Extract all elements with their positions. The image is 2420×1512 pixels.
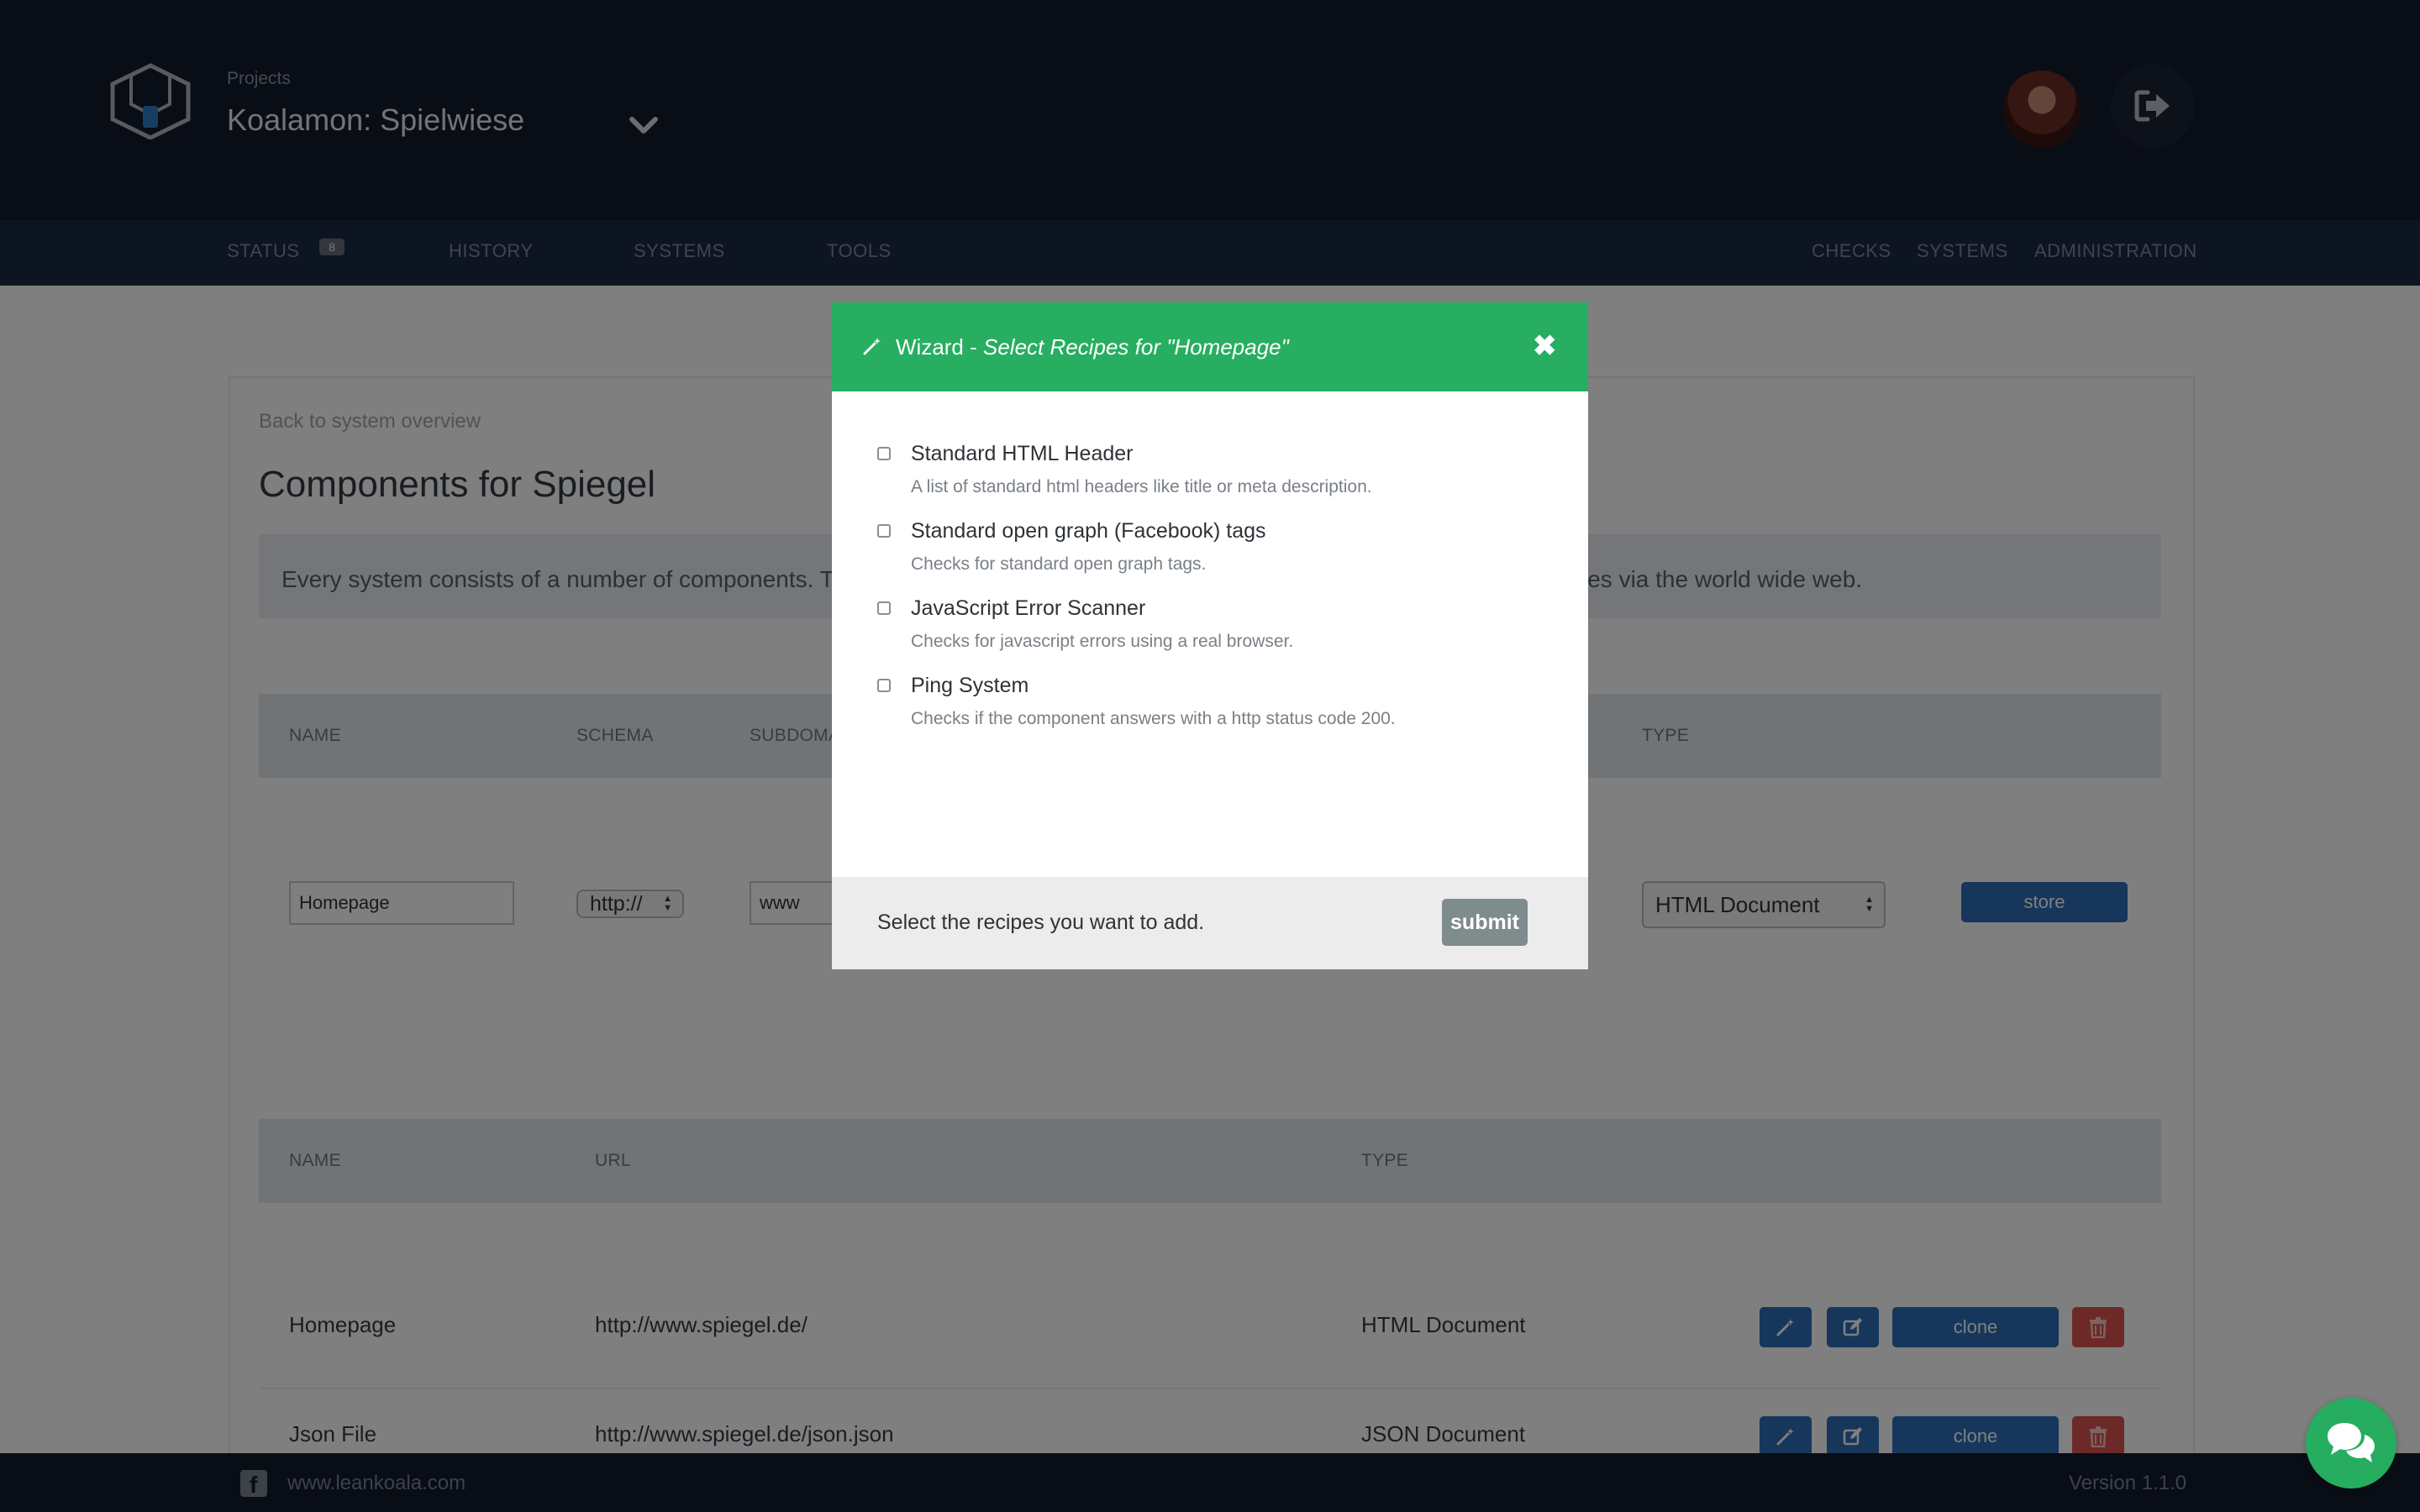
chat-icon <box>2328 1423 2375 1462</box>
recipe-description: Checks if the component answers with a h… <box>911 709 1396 728</box>
recipe-wizard-modal: Wizard - Select Recipes for "Homepage" ✖… <box>832 302 1588 969</box>
recipe-title[interactable]: Standard HTML Header <box>911 442 1133 466</box>
close-icon[interactable]: ✖ <box>1533 331 1557 361</box>
recipe-title[interactable]: Ping System <box>911 674 1028 698</box>
recipe-description: Checks for javascript errors using a rea… <box>911 632 1294 651</box>
submit-button[interactable]: submit <box>1442 899 1528 946</box>
modal-footer: Select the recipes you want to add. subm… <box>832 877 1588 969</box>
recipe-description: A list of standard html headers like tit… <box>911 477 1372 496</box>
magic-wand-icon <box>863 338 881 355</box>
recipe-description: Checks for standard open graph tags. <box>911 554 1207 574</box>
modal-title-sub: Select Recipes for "Homepage" <box>983 334 1289 360</box>
modal-title: Wizard - Select Recipes for "Homepage" <box>896 334 1289 360</box>
recipe-checkbox[interactable] <box>877 601 891 615</box>
recipe-title[interactable]: JavaScript Error Scanner <box>911 596 1145 621</box>
modal-hint: Select the recipes you want to add. <box>877 911 1205 934</box>
recipe-checkbox[interactable] <box>877 447 891 460</box>
modal-header: Wizard - Select Recipes for "Homepage" ✖ <box>832 302 1588 391</box>
recipe-title[interactable]: Standard open graph (Facebook) tags <box>911 519 1266 543</box>
modal-title-prefix: Wizard - <box>896 334 983 360</box>
recipe-checkbox[interactable] <box>877 679 891 692</box>
recipe-checkbox[interactable] <box>877 524 891 538</box>
chat-button[interactable] <box>2306 1398 2396 1488</box>
